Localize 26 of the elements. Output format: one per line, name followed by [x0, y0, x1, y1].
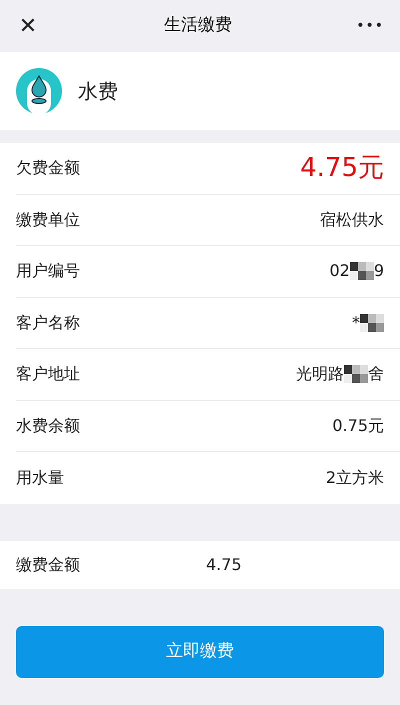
redaction-mosaic [344, 365, 368, 384]
field-label: 用水量 [16, 466, 64, 489]
redaction-mosaic [360, 314, 384, 332]
field-label: 欠费金额 [16, 157, 80, 180]
close-button[interactable]: ✕ [16, 10, 40, 42]
field-label: 水费余额 [16, 414, 80, 437]
more-button[interactable]: ••• [356, 16, 384, 36]
field-label: 客户地址 [16, 363, 80, 386]
field-value: 舍 [368, 363, 384, 386]
field-value: 光明路 [296, 363, 344, 386]
amount-due: 4.75元 [300, 152, 384, 185]
field-value: 宿松供水 [320, 208, 384, 231]
field-value: 9 [374, 260, 384, 282]
page-title: 生活缴费 [164, 14, 232, 38]
service-name: 水费 [78, 78, 118, 105]
field-value: 0.75元 [332, 414, 384, 437]
field-label: 客户名称 [16, 312, 80, 334]
field-value: * [352, 312, 360, 334]
field-value: 2立方米 [326, 466, 384, 489]
field-value: 02 [329, 260, 350, 282]
field-label: 用户编号 [16, 260, 80, 282]
payment-amount: 4.75 [206, 554, 242, 576]
water-drop-icon [16, 68, 62, 114]
field-label: 缴费金额 [16, 554, 81, 576]
field-label: 缴费单位 [16, 208, 80, 231]
redaction-mosaic [350, 262, 374, 280]
